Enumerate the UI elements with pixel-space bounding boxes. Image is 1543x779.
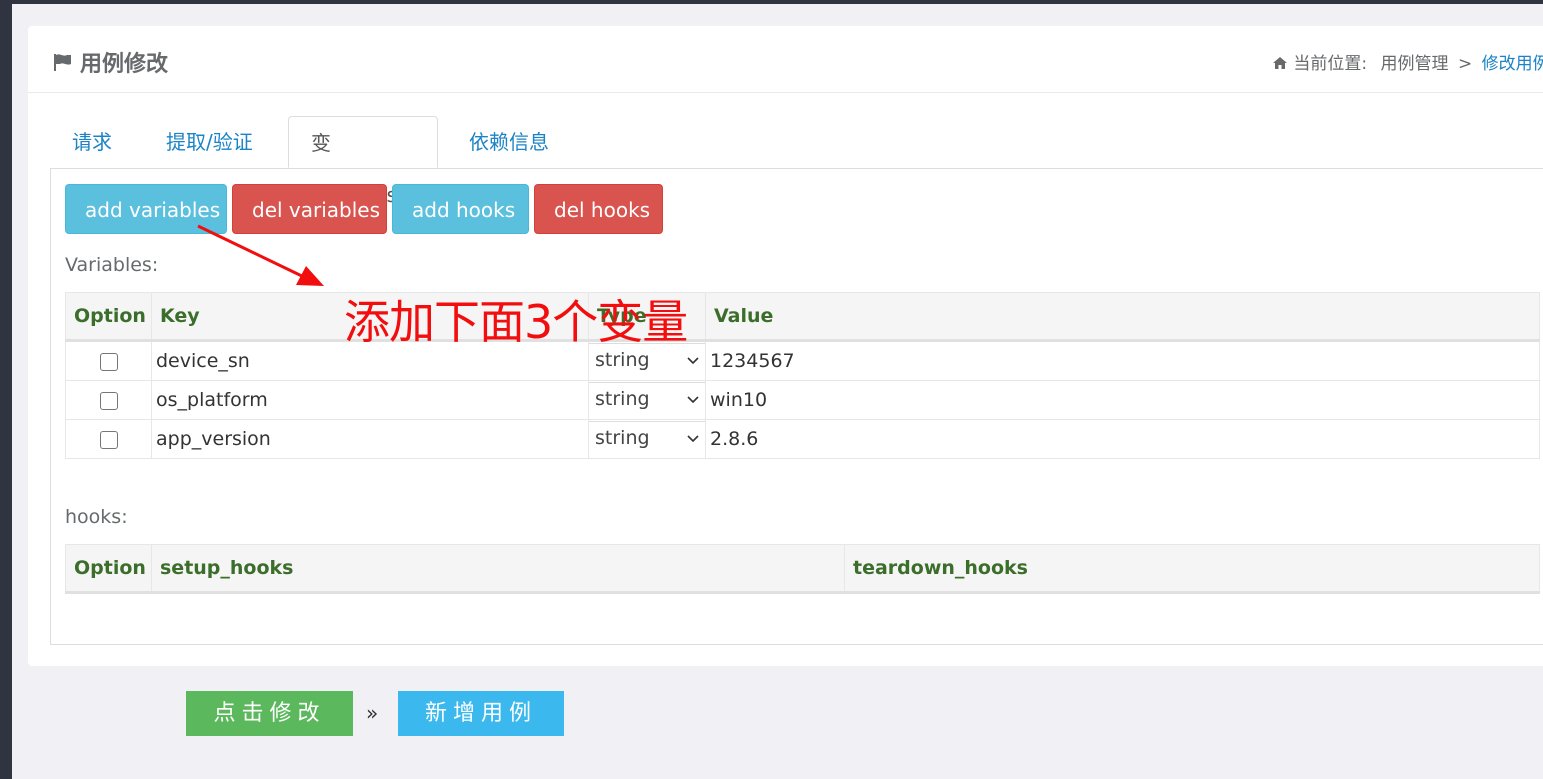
del-variables-button[interactable]: del variables xyxy=(232,184,387,234)
table-row: app_version string 2.8.6 xyxy=(65,419,1540,459)
top-bar xyxy=(0,0,1543,4)
page-title-text: 用例修改 xyxy=(80,52,169,77)
tab-variables-hooks[interactable]: 变量/hooks xyxy=(288,116,438,207)
column-option: Option xyxy=(65,544,152,594)
variables-header-row: Option Key Type Value xyxy=(65,292,1540,342)
breadcrumb-separator: > xyxy=(1457,54,1473,74)
hooks-table: Option setup_hooks teardown_hooks xyxy=(65,544,1540,594)
row-checkbox[interactable] xyxy=(99,352,118,371)
panel-header: 用例修改 当前位置: 用例管理 > 修改用例 xyxy=(28,26,1543,93)
del-hooks-button[interactable]: del hooks xyxy=(534,184,663,234)
key-input[interactable]: app_version xyxy=(152,428,271,450)
value-input[interactable]: win10 xyxy=(706,389,767,411)
separator-raquo: » xyxy=(366,701,379,725)
page-title: 用例修改 xyxy=(52,46,168,78)
type-select-value: string xyxy=(595,387,650,410)
value-input[interactable]: 1234567 xyxy=(706,350,795,372)
table-row: device_sn string 1234567 xyxy=(65,340,1540,381)
add-hooks-button[interactable]: add hooks xyxy=(392,184,529,234)
hooks-header-row: Option setup_hooks teardown_hooks xyxy=(65,544,1540,594)
home-icon xyxy=(1273,57,1287,69)
submit-edit-button[interactable]: 点击修改 xyxy=(186,691,353,736)
add-case-button[interactable]: 新增用例 xyxy=(398,691,564,736)
column-option: Option xyxy=(65,292,152,342)
chevron-down-icon xyxy=(687,434,699,442)
column-value: Value xyxy=(705,292,1540,342)
column-teardown-hooks: teardown_hooks xyxy=(844,544,1540,594)
type-select-value: string xyxy=(595,426,650,449)
value-input[interactable]: 2.8.6 xyxy=(706,428,758,450)
variables-label: Variables: xyxy=(65,254,159,276)
type-select[interactable]: string xyxy=(589,381,705,419)
breadcrumb-prefix: 当前位置: xyxy=(1293,54,1368,74)
flag-icon xyxy=(54,54,71,71)
row-checkbox[interactable] xyxy=(99,430,118,449)
tab-dependency-info[interactable]: 依赖信息 xyxy=(447,116,571,168)
column-setup-hooks: setup_hooks xyxy=(151,544,845,594)
breadcrumb: 当前位置: 用例管理 > 修改用例 xyxy=(1272,49,1543,74)
tab-bar: 请求 提取/验证 变量/hooks 依赖信息 xyxy=(50,116,1543,207)
variables-table: Option Key Type Value device_sn string 1… xyxy=(65,292,1540,459)
annotation-text: 添加下面3个变量 xyxy=(344,295,688,349)
breadcrumb-parent[interactable]: 用例管理 xyxy=(1381,54,1449,74)
hooks-label: hooks: xyxy=(65,506,128,528)
key-input[interactable]: os_platform xyxy=(152,389,268,411)
chevron-down-icon xyxy=(687,395,699,403)
add-variables-button[interactable]: add variables xyxy=(65,184,227,234)
left-sidebar-edge xyxy=(0,0,12,779)
table-row: os_platform string win10 xyxy=(65,380,1540,420)
type-select[interactable]: string xyxy=(589,420,705,458)
breadcrumb-current[interactable]: 修改用例 xyxy=(1482,54,1543,74)
key-input[interactable]: device_sn xyxy=(152,350,250,372)
tab-request[interactable]: 请求 xyxy=(50,116,134,168)
chevron-down-icon xyxy=(687,356,699,364)
row-checkbox[interactable] xyxy=(99,391,118,410)
tab-extract-validate[interactable]: 提取/验证 xyxy=(144,116,275,168)
